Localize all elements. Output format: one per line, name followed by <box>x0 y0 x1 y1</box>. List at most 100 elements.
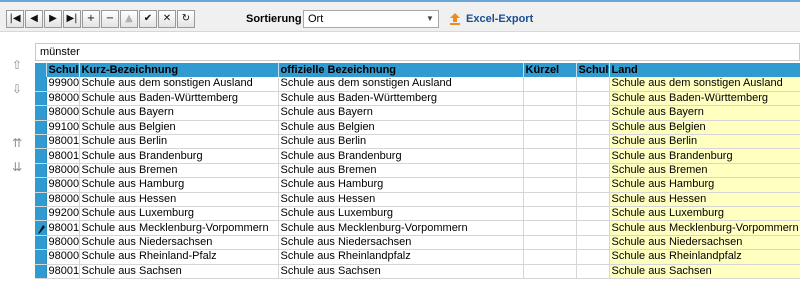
last-record-button[interactable]: ▶| <box>63 10 81 28</box>
kurz-bezeichnung-cell[interactable]: Schule aus Hamburg <box>79 177 279 193</box>
kurz-bezeichnung-cell[interactable]: Schule aus Mecklenburg-Vorpommern <box>79 220 279 236</box>
schulform-cell[interactable] <box>576 91 610 107</box>
table-row[interactable]: 980007Schule aus Rheinland-PfalzSchule a… <box>35 249 800 265</box>
delete-record-button[interactable]: − <box>101 10 119 28</box>
kuerzel-cell[interactable] <box>523 249 577 265</box>
search-input[interactable]: münster <box>35 43 800 61</box>
schulform-cell[interactable] <box>576 105 610 121</box>
schulform-cell[interactable] <box>576 177 610 193</box>
row-indicator[interactable] <box>35 148 47 164</box>
save-record-button[interactable]: ✔ <box>139 10 157 28</box>
excel-export-button[interactable]: Excel-Export <box>448 10 533 28</box>
offizielle-bezeichnung-cell[interactable]: Schule aus dem sonstigen Ausland <box>278 77 524 92</box>
sort-select[interactable]: Ort ▼ <box>303 10 439 28</box>
schulnr-cell[interactable]: 980011 <box>46 134 80 150</box>
row-indicator[interactable] <box>35 120 47 136</box>
table-row[interactable]: 992000Schule aus LuxemburgSchule aus Lux… <box>35 206 800 222</box>
row-indicator[interactable] <box>35 134 47 150</box>
schulnr-cell[interactable]: 992000 <box>46 206 80 222</box>
offizielle-bezeichnung-cell[interactable]: Schule aus Niedersachsen <box>278 235 524 251</box>
land-cell[interactable]: Schule aus Mecklenburg-Vorpommern <box>609 220 800 236</box>
offizielle-bezeichnung-cell[interactable]: Schule aus Sachsen <box>278 264 524 279</box>
table-row[interactable]: 980011Schule aus BerlinSchule aus Berlin… <box>35 134 800 150</box>
schulnr-cell[interactable]: 980006 <box>46 192 80 208</box>
schulnr-cell[interactable]: 980012 <box>46 148 80 164</box>
land-cell[interactable]: Schule aus Bayern <box>609 105 800 121</box>
column-header-schulform[interactable]: Schulform <box>576 63 610 77</box>
land-cell[interactable]: Schule aus Rheinlandpfalz <box>609 249 800 265</box>
land-cell[interactable]: Schule aus Baden-Württemberg <box>609 91 800 107</box>
refresh-button[interactable]: ↻ <box>177 10 195 28</box>
previous-record-button[interactable]: ◀ <box>25 10 43 28</box>
row-indicator[interactable] <box>35 192 47 208</box>
table-row[interactable]: 999000Schule aus dem sonstigen AuslandSc… <box>35 77 800 92</box>
land-cell[interactable]: Schule aus Bremen <box>609 163 800 179</box>
schulnr-cell[interactable]: 980003 <box>46 235 80 251</box>
table-row[interactable]: 980002Schule aus HamburgSchule aus Hambu… <box>35 177 800 193</box>
kuerzel-cell[interactable] <box>523 177 577 193</box>
column-header-kuerzel[interactable]: Kürzel <box>523 63 577 77</box>
land-cell[interactable]: Schule aus Sachsen <box>609 264 800 279</box>
kuerzel-cell[interactable] <box>523 264 577 279</box>
land-cell[interactable]: Schule aus Hessen <box>609 192 800 208</box>
offizielle-bezeichnung-cell[interactable]: Schule aus Berlin <box>278 134 524 150</box>
row-indicator[interactable] <box>35 220 47 236</box>
move-to-top-icon[interactable]: ⇈ <box>10 136 24 150</box>
row-indicator[interactable] <box>35 91 47 107</box>
kurz-bezeichnung-cell[interactable]: Schule aus Rheinland-Pfalz <box>79 249 279 265</box>
offizielle-bezeichnung-cell[interactable]: Schule aus Rheinlandpfalz <box>278 249 524 265</box>
kurz-bezeichnung-cell[interactable]: Schule aus Belgien <box>79 120 279 136</box>
land-cell[interactable]: Schule aus dem sonstigen Ausland <box>609 77 800 92</box>
offizielle-bezeichnung-cell[interactable]: Schule aus Brandenburg <box>278 148 524 164</box>
kurz-bezeichnung-cell[interactable]: Schule aus Baden-Württemberg <box>79 91 279 107</box>
table-row[interactable]: 980008Schule aus Baden-WürttembergSchule… <box>35 91 800 107</box>
kurz-bezeichnung-cell[interactable]: Schule aus dem sonstigen Ausland <box>79 77 279 92</box>
chevron-down-icon[interactable]: ▼ <box>425 14 435 24</box>
column-header-land[interactable]: Land <box>609 63 800 77</box>
schulnr-cell[interactable]: 980009 <box>46 105 80 121</box>
row-indicator[interactable] <box>35 105 47 121</box>
kurz-bezeichnung-cell[interactable]: Schule aus Luxemburg <box>79 206 279 222</box>
schulnr-cell[interactable]: 999000 <box>46 77 80 92</box>
kuerzel-cell[interactable] <box>523 77 577 92</box>
kurz-bezeichnung-cell[interactable]: Schule aus Bayern <box>79 105 279 121</box>
kurz-bezeichnung-cell[interactable]: Schule aus Hessen <box>79 192 279 208</box>
kurz-bezeichnung-cell[interactable]: Schule aus Brandenburg <box>79 148 279 164</box>
row-indicator[interactable] <box>35 249 47 265</box>
first-record-button[interactable]: |◀ <box>6 10 24 28</box>
schulnr-cell[interactable]: 980008 <box>46 91 80 107</box>
table-row[interactable]: 980014 Schule aus Sachsen Schule aus Sachs… <box>35 264 800 279</box>
move-up-icon[interactable]: ⇧ <box>10 58 24 72</box>
schulform-cell[interactable] <box>576 264 610 279</box>
kuerzel-cell[interactable] <box>523 134 577 150</box>
kurz-bezeichnung-cell[interactable]: Schule aus Niedersachsen <box>79 235 279 251</box>
move-down-icon[interactable]: ⇩ <box>10 82 24 96</box>
schulform-cell[interactable] <box>576 134 610 150</box>
schulnr-cell[interactable]: 980002 <box>46 177 80 193</box>
kuerzel-cell[interactable] <box>523 148 577 164</box>
row-indicator[interactable] <box>35 163 47 179</box>
row-indicator[interactable] <box>35 206 47 222</box>
offizielle-bezeichnung-cell[interactable]: Schule aus Luxemburg <box>278 206 524 222</box>
schulnr-cell[interactable]: 980014 <box>46 264 80 279</box>
kuerzel-cell[interactable] <box>523 105 577 121</box>
table-row[interactable]: 980009Schule aus BayernSchule aus Bayern… <box>35 105 800 121</box>
kurz-bezeichnung-cell[interactable]: Schule aus Berlin <box>79 134 279 150</box>
kuerzel-cell[interactable] <box>523 220 577 236</box>
add-record-button[interactable]: + <box>82 10 100 28</box>
kurz-bezeichnung-cell[interactable]: Schule aus Bremen <box>79 163 279 179</box>
land-cell[interactable]: Schule aus Belgien <box>609 120 800 136</box>
schulform-cell[interactable] <box>576 120 610 136</box>
move-to-bottom-icon[interactable]: ⇊ <box>10 160 24 174</box>
table-row[interactable]: 980012Schule aus BrandenburgSchule aus B… <box>35 148 800 164</box>
land-cell[interactable]: Schule aus Hamburg <box>609 177 800 193</box>
row-indicator[interactable] <box>35 235 47 251</box>
kuerzel-cell[interactable] <box>523 206 577 222</box>
column-header-offizielle-bezeichnung[interactable]: offizielle Bezeichnung <box>278 63 524 77</box>
table-row[interactable]: 980006Schule aus HessenSchule aus Hessen… <box>35 192 800 208</box>
row-indicator[interactable] <box>35 77 47 92</box>
offizielle-bezeichnung-cell[interactable]: Schule aus Hessen <box>278 192 524 208</box>
table-row[interactable]: 980004Schule aus BremenSchule aus Bremen… <box>35 163 800 179</box>
offizielle-bezeichnung-cell[interactable]: Schule aus Mecklenburg-Vorpommern <box>278 220 524 236</box>
kuerzel-cell[interactable] <box>523 91 577 107</box>
